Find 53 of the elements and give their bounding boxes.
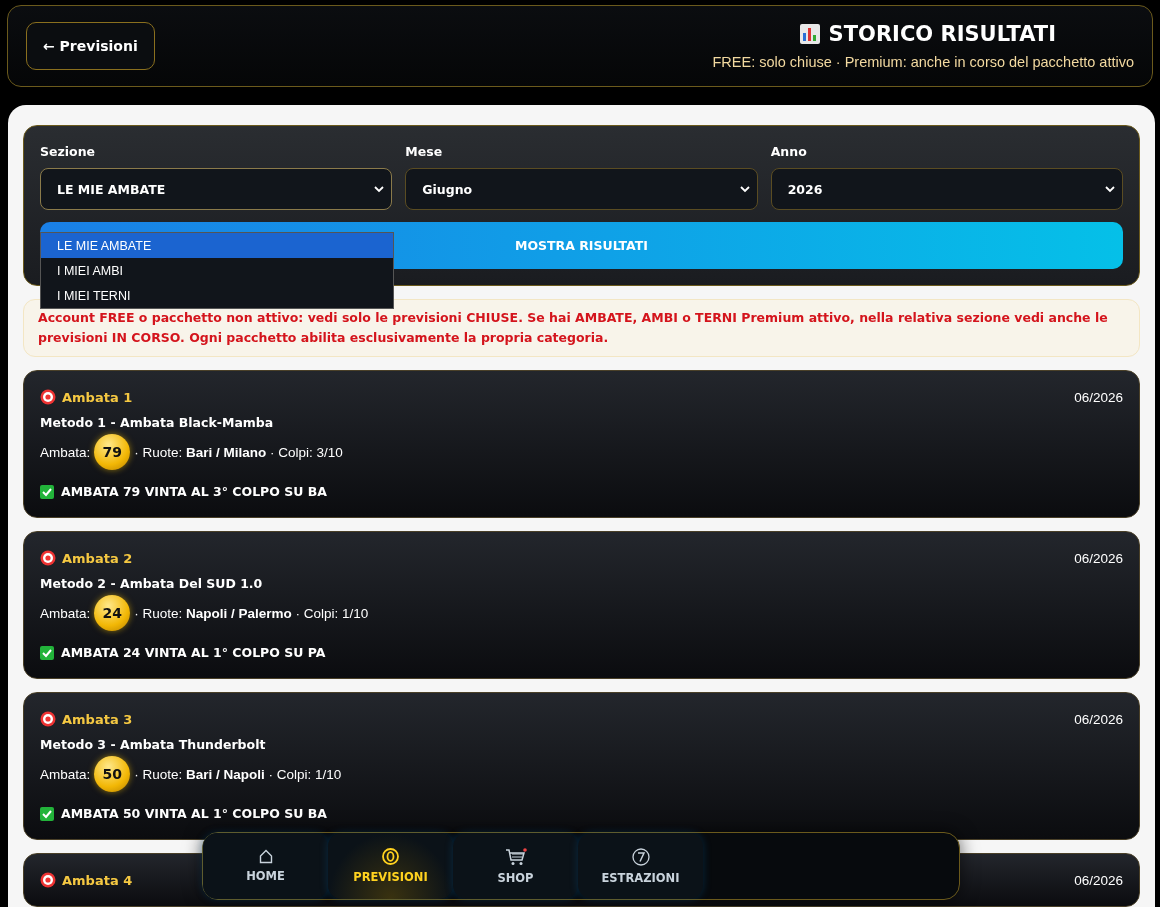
wheel-details: · Ruote: Napoli / Palermo · Colpi: 1/10 bbox=[134, 605, 369, 621]
nav-tab[interactable]: HOME bbox=[203, 833, 328, 899]
number-ball: 50 bbox=[94, 756, 131, 792]
field-label: Sezione bbox=[40, 144, 96, 159]
card-title: Ambata 1 bbox=[62, 389, 133, 405]
card-title: Ambata 4 bbox=[62, 872, 133, 888]
number-seven-icon bbox=[631, 847, 650, 866]
page-title: STORICO RISULTATI bbox=[828, 22, 1056, 46]
number-ball: 79 bbox=[94, 434, 131, 470]
check-icon bbox=[40, 484, 54, 499]
number-ball: 24 bbox=[94, 595, 131, 631]
dropdown-select[interactable]: 2026 bbox=[770, 168, 1123, 210]
chevron-down-icon bbox=[373, 183, 386, 195]
home-icon bbox=[258, 849, 273, 864]
check-icon bbox=[40, 806, 54, 821]
card-title: Ambata 2 bbox=[62, 550, 133, 566]
method-name: Metodo 1 - Ambata Black-Mamba bbox=[40, 415, 275, 430]
cart-icon bbox=[504, 847, 527, 866]
chevron-down-icon bbox=[738, 183, 751, 195]
card-date: 06/2026 bbox=[1074, 872, 1123, 888]
target-icon bbox=[40, 550, 56, 566]
notice-message: Account FREE o pacchetto non attivo: vedi solo le previsioni CHIUSE. Se hai AMBATE, AMBI o TERNI Premium attivo, nella relativa sezione vedi anche le previsioni IN CORSO. Ogni pacchetto abilita esclusivamente la propria categoria. bbox=[23, 299, 1140, 357]
card-date: 06/2026 bbox=[1074, 550, 1123, 566]
nav-tab[interactable]: ESTRAZIONI bbox=[578, 833, 703, 899]
target-icon bbox=[40, 389, 56, 405]
back-button[interactable]: ← Previsioni bbox=[26, 22, 155, 70]
field-label: Anno bbox=[770, 144, 808, 159]
nav-tab[interactable]: SHOP bbox=[453, 833, 578, 899]
check-icon bbox=[40, 645, 54, 660]
wheel-details: · Ruote: Bari / Milano · Colpi: 3/10 bbox=[134, 444, 343, 460]
bar-chart-icon bbox=[798, 23, 821, 45]
dropdown-option[interactable]: LE MIE AMBATE bbox=[41, 233, 393, 258]
target-icon bbox=[40, 872, 56, 888]
ambata-label: Ambata: bbox=[40, 444, 91, 460]
method-name: Metodo 2 - Ambata Del SUD 1.0 bbox=[40, 576, 264, 591]
page-subtitle: FREE: solo chiuse · Premium: anche in corso del pacchetto attivo bbox=[712, 54, 1134, 70]
chevron-down-icon bbox=[1104, 183, 1116, 195]
outcome-text: AMBATA 24 VINTA AL 1° COLPO SU PA bbox=[61, 645, 326, 660]
ambata-label: Ambata: bbox=[40, 766, 91, 782]
outcome-text: AMBATA 79 VINTA AL 3° COLPO SU BA bbox=[61, 484, 327, 499]
target-icon bbox=[40, 711, 56, 727]
coin-icon bbox=[382, 848, 399, 865]
card-date: 06/2026 bbox=[1074, 389, 1123, 405]
ambata-label: Ambata: bbox=[40, 605, 91, 621]
card-title: Ambata 3 bbox=[62, 711, 133, 727]
outcome-text: AMBATA 50 VINTA AL 1° COLPO SU BA bbox=[61, 806, 327, 821]
card-date: 06/2026 bbox=[1074, 711, 1123, 727]
wheel-details: · Ruote: Bari / Napoli · Colpi: 1/10 bbox=[134, 766, 342, 782]
method-name: Metodo 3 - Ambata Thunderbolt bbox=[40, 737, 267, 752]
field-label: Mese bbox=[405, 144, 444, 159]
dropdown-select[interactable]: LE MIE AMBATE bbox=[40, 168, 393, 210]
nav-tab[interactable]: PREVISIONI bbox=[328, 833, 453, 899]
dropdown-select[interactable]: Giugno bbox=[405, 168, 758, 210]
